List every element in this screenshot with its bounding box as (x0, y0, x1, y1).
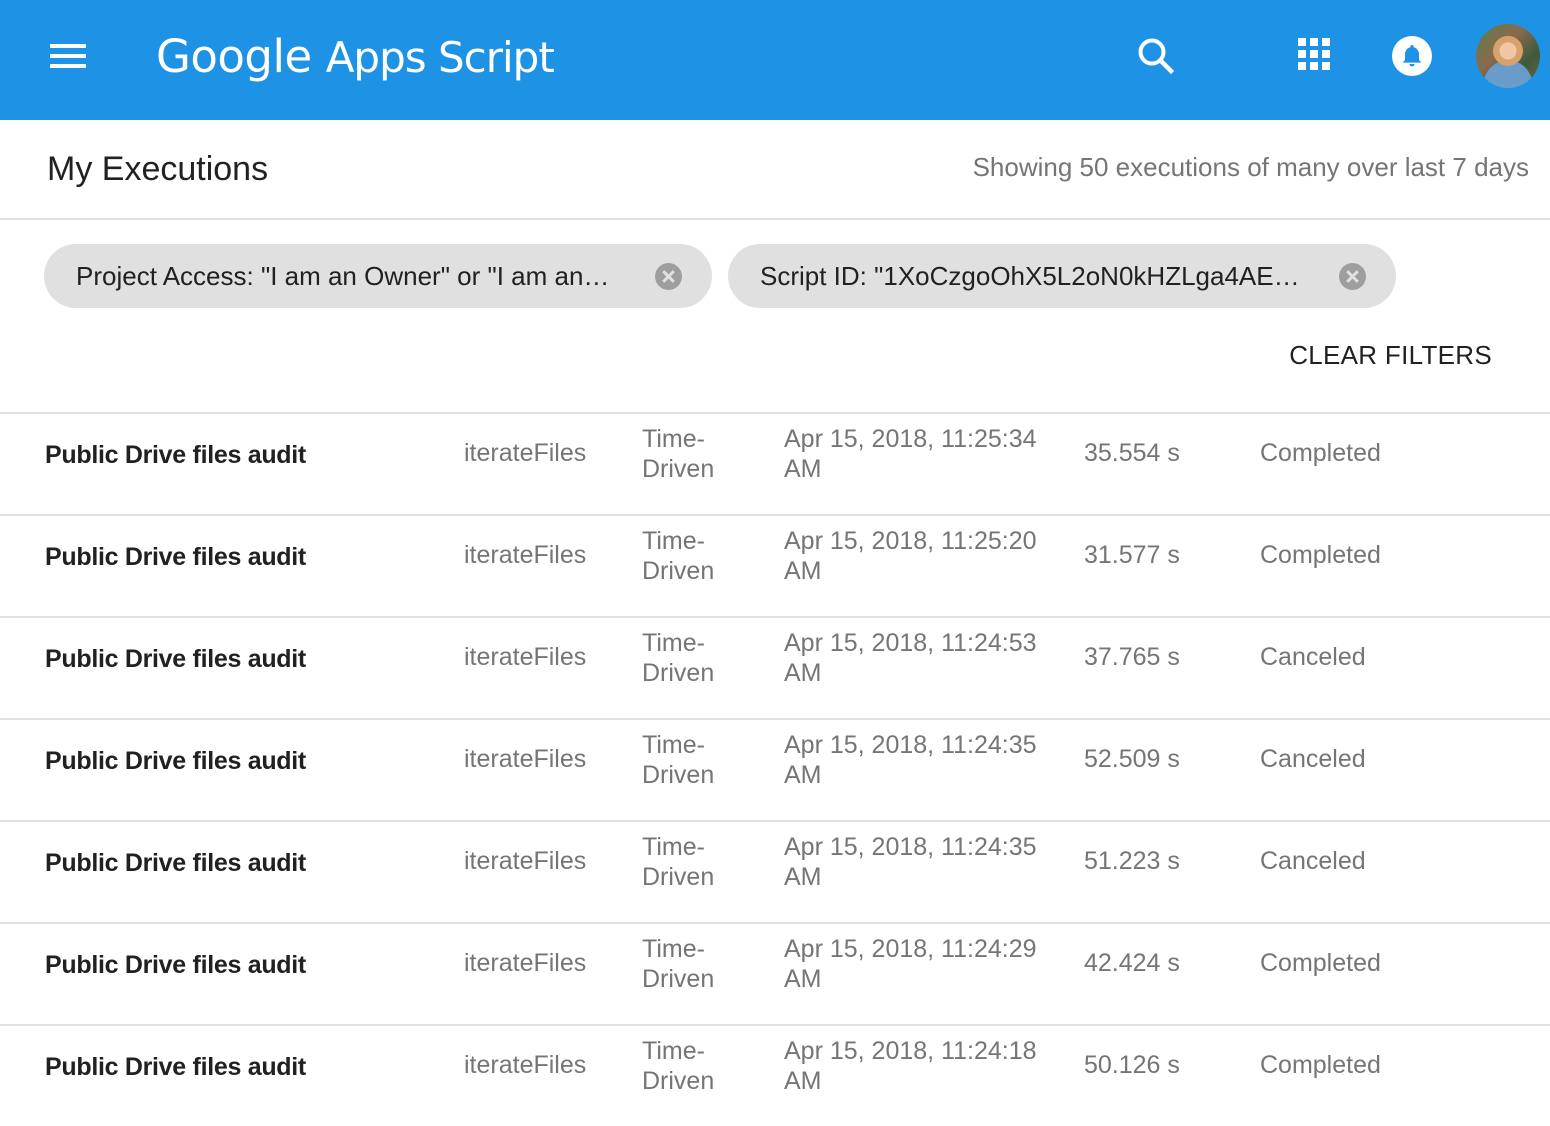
page-header: My Executions Showing 50 executions of m… (0, 120, 1550, 220)
app-logo[interactable]: Google Apps Script (156, 30, 555, 83)
function-name: iterateFiles (464, 643, 587, 671)
date-line: AM (784, 455, 822, 483)
execution-type: Time- Driven (642, 832, 752, 892)
filter-chip-label: Script ID: "1XoCzgoOhX5L2oN0kHZLga4AE… (760, 261, 1300, 291)
start-time: Apr 15, 2018, 11:24:53 AM (784, 628, 1064, 688)
function-name: iterateFiles (464, 847, 587, 875)
execution-type: Time- Driven (642, 730, 752, 790)
remove-filter-icon[interactable] (655, 263, 682, 290)
filter-chip-project-access[interactable]: Project Access: "I am an Owner" or "I am… (44, 244, 712, 308)
type-line: Driven (642, 863, 715, 891)
project-name: Public Drive files audit (45, 849, 306, 877)
type-line: Driven (642, 761, 715, 789)
type-line: Time- (642, 833, 705, 861)
execution-type: Time- Driven (642, 628, 752, 688)
filter-chip-script-id[interactable]: Script ID: "1XoCzgoOhX5L2oN0kHZLga4AE… (728, 244, 1396, 308)
date-line: Apr 15, 2018, 11:24:18 (784, 1037, 1037, 1065)
date-line: Apr 15, 2018, 11:25:34 (784, 425, 1037, 453)
start-time: Apr 15, 2018, 11:24:35 AM (784, 730, 1064, 790)
search-icon[interactable] (1134, 34, 1178, 78)
filter-chip-label: Project Access: "I am an Owner" or "I am… (76, 261, 610, 291)
duration: 50.126 s (1084, 1051, 1180, 1079)
date-line: Apr 15, 2018, 11:24:53 (784, 629, 1037, 657)
executions-count-summary: Showing 50 executions of many over last … (972, 152, 1529, 182)
status: Completed (1260, 949, 1381, 977)
function-name: iterateFiles (464, 745, 587, 773)
function-name: iterateFiles (464, 541, 587, 569)
duration: 31.577 s (1084, 541, 1180, 569)
type-line: Time- (642, 1037, 705, 1065)
account-avatar[interactable] (1476, 24, 1540, 88)
type-line: Driven (642, 965, 715, 993)
table-row[interactable]: Public Drive files audit iterateFiles Ti… (0, 922, 1550, 1024)
brand-google: Google (156, 30, 312, 83)
executions-table: Public Drive files audit iterateFiles Ti… (0, 412, 1550, 1126)
type-line: Driven (642, 557, 715, 585)
status: Canceled (1260, 745, 1366, 773)
execution-type: Time- Driven (642, 424, 752, 484)
menu-icon[interactable] (50, 42, 86, 70)
status: Completed (1260, 541, 1381, 569)
table-row[interactable]: Public Drive files audit iterateFiles Ti… (0, 616, 1550, 718)
app-bar: Google Apps Script (0, 0, 1550, 120)
duration: 35.554 s (1084, 439, 1180, 467)
table-row[interactable]: Public Drive files audit iterateFiles Ti… (0, 514, 1550, 616)
project-name: Public Drive files audit (45, 441, 306, 469)
table-row[interactable]: Public Drive files audit iterateFiles Ti… (0, 718, 1550, 820)
clear-filters-button[interactable]: CLEAR FILTERS (1289, 340, 1492, 371)
project-name: Public Drive files audit (45, 951, 306, 979)
start-time: Apr 15, 2018, 11:25:34 AM (784, 424, 1064, 484)
duration: 52.509 s (1084, 745, 1180, 773)
page-title: My Executions (47, 150, 269, 188)
date-line: AM (784, 659, 822, 687)
table-row[interactable]: Public Drive files audit iterateFiles Ti… (0, 820, 1550, 922)
duration: 37.765 s (1084, 643, 1180, 671)
date-line: Apr 15, 2018, 11:25:20 (784, 527, 1037, 555)
type-line: Driven (642, 455, 715, 483)
project-name: Public Drive files audit (45, 747, 306, 775)
execution-type: Time- Driven (642, 526, 752, 586)
project-name: Public Drive files audit (45, 1053, 306, 1081)
duration: 42.424 s (1084, 949, 1180, 977)
status: Canceled (1260, 643, 1366, 671)
apps-grid-icon[interactable] (1298, 38, 1334, 74)
date-line: AM (784, 761, 822, 789)
type-line: Time- (642, 527, 705, 555)
table-row[interactable]: Public Drive files audit iterateFiles Ti… (0, 1024, 1550, 1126)
type-line: Time- (642, 629, 705, 657)
type-line: Driven (642, 659, 715, 687)
start-time: Apr 15, 2018, 11:24:18 AM (784, 1036, 1064, 1096)
status: Completed (1260, 439, 1381, 467)
execution-type: Time- Driven (642, 934, 752, 994)
brand-product: Apps Script (325, 33, 555, 82)
start-time: Apr 15, 2018, 11:25:20 AM (784, 526, 1064, 586)
date-line: AM (784, 965, 822, 993)
function-name: iterateFiles (464, 949, 587, 977)
date-line: Apr 15, 2018, 11:24:35 (784, 833, 1037, 861)
project-name: Public Drive files audit (45, 645, 306, 673)
remove-filter-icon[interactable] (1339, 263, 1366, 290)
date-line: AM (784, 863, 822, 891)
type-line: Time- (642, 935, 705, 963)
start-time: Apr 15, 2018, 11:24:29 AM (784, 934, 1064, 994)
start-time: Apr 15, 2018, 11:24:35 AM (784, 832, 1064, 892)
status: Completed (1260, 1051, 1381, 1079)
date-line: Apr 15, 2018, 11:24:35 (784, 731, 1037, 759)
type-line: Time- (642, 425, 705, 453)
function-name: iterateFiles (464, 1051, 587, 1079)
notifications-bell-icon[interactable] (1390, 34, 1434, 78)
date-line: Apr 15, 2018, 11:24:29 (784, 935, 1037, 963)
function-name: iterateFiles (464, 439, 587, 467)
filter-chips: Project Access: "I am an Owner" or "I am… (0, 244, 1550, 308)
project-name: Public Drive files audit (45, 543, 306, 571)
date-line: AM (784, 557, 822, 585)
duration: 51.223 s (1084, 847, 1180, 875)
status: Canceled (1260, 847, 1366, 875)
type-line: Time- (642, 731, 705, 759)
table-row[interactable]: Public Drive files audit iterateFiles Ti… (0, 412, 1550, 514)
execution-type: Time- Driven (642, 1036, 752, 1096)
